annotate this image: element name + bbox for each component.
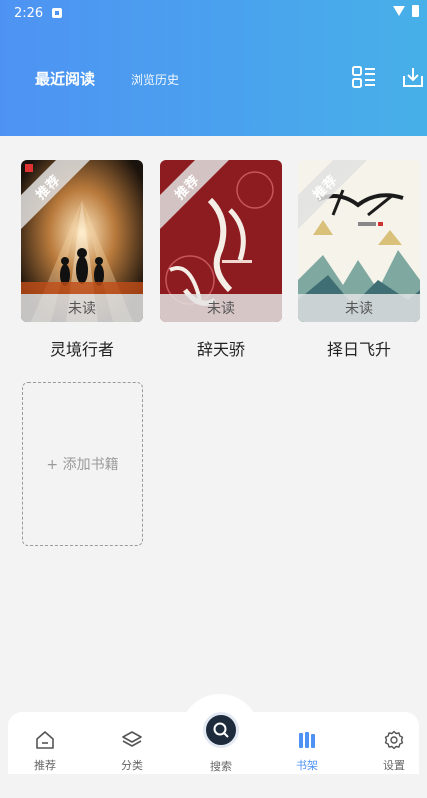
book-cover[interactable]: 推荐 未读 [160,160,282,322]
unread-status: 未读 [298,294,420,322]
nav-label-search[interactable]: 搜索 [205,758,237,774]
nav-item-category[interactable]: 分类 [102,729,162,773]
home-icon [36,731,54,749]
tab-browse-history[interactable]: 浏览历史 [131,71,179,88]
book-title[interactable]: 辞天骄 [160,336,282,360]
search-button[interactable] [203,712,239,748]
nav-label: 书架 [296,759,318,772]
nav-label: 分类 [121,759,143,772]
tab-recent-reading[interactable]: 最近阅读 [35,68,95,89]
book-item[interactable]: 推荐 未读 灵境行者 [21,160,143,360]
layers-icon [122,731,142,747]
notification-icon [52,8,62,18]
nav-item-recommend[interactable]: 推荐 [15,729,75,773]
nav-item-bookshelf[interactable]: 书架 [277,729,337,773]
wifi-icon [393,6,405,16]
add-book-button[interactable]: + 添加书籍 [22,382,143,546]
book-item[interactable]: 推荐 未读 辞天骄 [160,160,282,360]
nav-item-settings[interactable]: 设置 [364,729,424,773]
book-cover[interactable]: 推荐 未读 [298,160,420,322]
unread-status: 未读 [160,294,282,322]
search-icon [213,722,229,738]
battery-icon [412,5,419,17]
nav-label: 设置 [383,759,405,772]
download-icon[interactable] [402,66,424,88]
unread-status: 未读 [21,294,143,322]
list-view-icon[interactable] [352,66,376,88]
status-time: 2:26 [14,6,44,21]
gear-icon [384,730,404,750]
header: 2:26 最近阅读 浏览历史 [0,0,427,136]
nav-label: 推荐 [34,759,56,772]
book-title[interactable]: 灵境行者 [21,336,143,360]
book-item[interactable]: 推荐 未读 择日飞升 [298,160,420,360]
status-bar: 2:26 [0,0,427,28]
book-title[interactable]: 择日飞升 [298,336,420,360]
bookshelf-icon [299,732,315,748]
book-cover[interactable]: 推荐 未读 [21,160,143,322]
bookshelf: 推荐 未读 灵境行者 推荐 未读 辞天骄 推荐 未读 择日飞升 + 添加书籍 [0,136,427,696]
